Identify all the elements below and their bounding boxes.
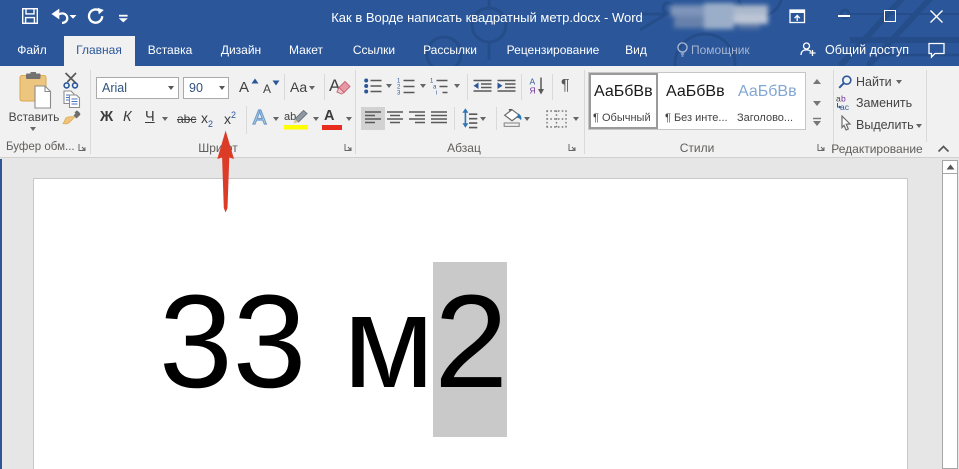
svg-text:ac: ac (840, 102, 850, 111)
svg-text:А: А (253, 107, 267, 128)
svg-text:Я: Я (530, 86, 536, 96)
svg-text:i: i (436, 91, 437, 96)
svg-text:3: 3 (397, 91, 401, 96)
